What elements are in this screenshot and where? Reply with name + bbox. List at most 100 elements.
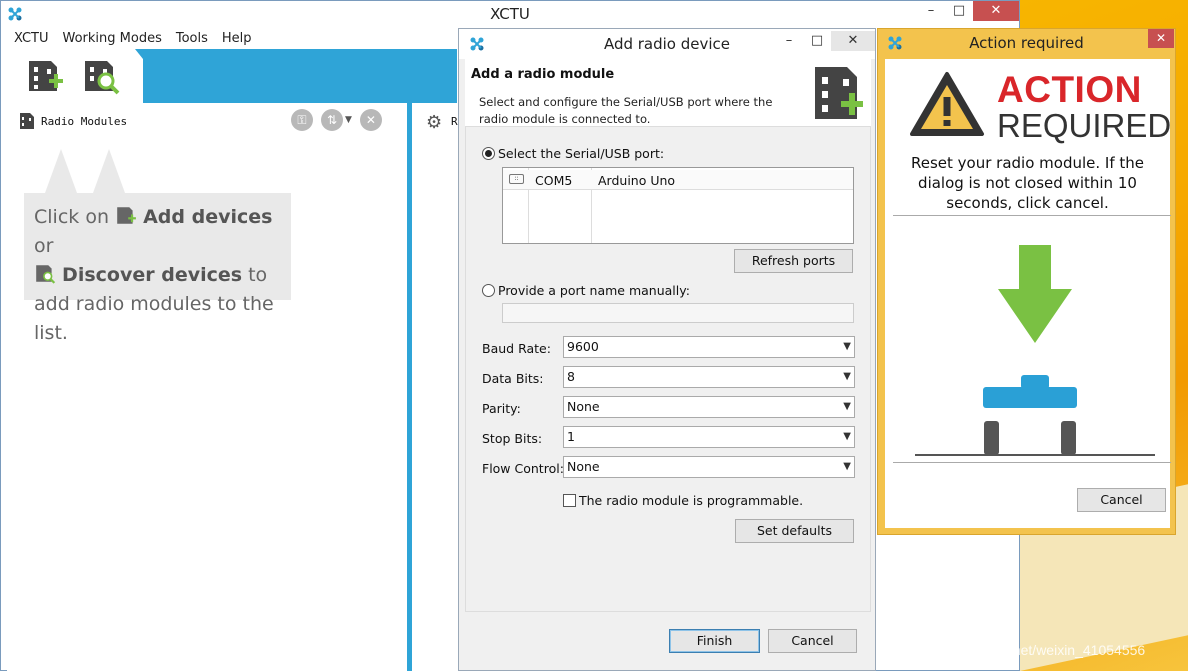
- serial-port-icon: ::: [509, 174, 524, 184]
- action-dialog-title: Action required: [969, 34, 1084, 52]
- action-heading-line2: REQUIRED: [997, 107, 1172, 144]
- chevron-down-icon: ▼: [843, 371, 851, 382]
- chevron-down-icon: ▼: [843, 341, 851, 352]
- add-radio-device-dialog: Add radio device – □ ✕ Add a radio modul…: [458, 28, 876, 671]
- gear-icon[interactable]: ⚙: [426, 112, 442, 133]
- main-titlebar: XCTU – □ ✕: [1, 1, 1019, 29]
- menu-help[interactable]: Help: [215, 29, 259, 49]
- add-dialog-controls: – □ ✕: [775, 31, 875, 51]
- add-dialog-footer: Finish Cancel: [465, 612, 871, 668]
- parity-select[interactable]: None ▼: [563, 396, 855, 418]
- refresh-ports-button[interactable]: Refresh ports: [734, 249, 853, 273]
- chevron-down-icon[interactable]: ▼: [345, 115, 352, 125]
- flow-control-value: None: [567, 459, 600, 474]
- stop-bits-label: Stop Bits:: [482, 431, 543, 446]
- separator: [893, 462, 1171, 463]
- remove-all-icon[interactable]: ✕: [359, 109, 382, 131]
- programmable-label: The radio module is programmable.: [579, 493, 804, 508]
- parity-value: None: [567, 399, 600, 414]
- menu-tools[interactable]: Tools: [169, 29, 215, 49]
- radio-modules-title: Radio Modules: [41, 114, 128, 128]
- main-window-controls: – □ ✕: [917, 1, 1019, 21]
- finish-button[interactable]: Finish: [669, 629, 760, 653]
- select-port-label: Select the Serial/USB port:: [498, 146, 665, 161]
- chevron-down-icon: ▼: [843, 461, 851, 472]
- programmable-option[interactable]: The radio module is programmable.: [563, 493, 803, 508]
- close-icon[interactable]: ✕: [831, 31, 875, 51]
- baud-rate-label: Baud Rate:: [482, 341, 551, 356]
- maximize-icon[interactable]: □: [803, 31, 831, 51]
- hint-pointer-add: [45, 149, 77, 193]
- baud-rate-value: 9600: [567, 339, 599, 354]
- port-row[interactable]: :: COM5 Arduino Uno: [503, 170, 853, 190]
- add-device-large-icon: [815, 67, 863, 119]
- port-name: COM5: [535, 173, 573, 188]
- hint-box: Click on Add devices or Discover devices…: [24, 193, 291, 344]
- add-dialog-header: Add a radio module Select and configure …: [465, 59, 871, 127]
- maximize-icon[interactable]: □: [945, 1, 973, 21]
- data-bits-select[interactable]: 8 ▼: [563, 366, 855, 388]
- cancel-button[interactable]: Cancel: [768, 629, 857, 653]
- action-message: Reset your radio module. If the dialog i…: [911, 154, 1144, 212]
- select-port-radio[interactable]: [482, 147, 495, 160]
- menu-xctu[interactable]: XCTU: [7, 29, 56, 49]
- add-dialog-titlebar: Add radio device – □ ✕: [459, 29, 875, 59]
- action-required-heading: ACTION REQUIRED: [997, 69, 1172, 144]
- add-dialog-body: Select the Serial/USB port: :: COM5 Ardu…: [465, 127, 871, 612]
- flow-control-select[interactable]: None ▼: [563, 456, 855, 478]
- radio-modules-tools: ⚿ ⇅ ▼ ✕: [291, 109, 382, 131]
- port-device: Arduino Uno: [598, 173, 676, 188]
- minimize-icon[interactable]: –: [917, 1, 945, 21]
- manual-port-option[interactable]: Provide a port name manually:: [482, 283, 690, 298]
- action-required-dialog: Action required ✕ ACTION REQUIRED Reset …: [877, 28, 1176, 535]
- configuration-panel-title: R: [451, 115, 458, 128]
- manual-port-label: Provide a port name manually:: [498, 283, 690, 298]
- programmable-checkbox[interactable]: [563, 494, 576, 507]
- hint-text-1: Click on: [34, 206, 109, 228]
- discover-devices-button[interactable]: [81, 55, 121, 95]
- add-dialog-heading: Add a radio module: [471, 67, 615, 82]
- close-icon[interactable]: ✕: [1148, 29, 1174, 48]
- radio-modules-header: Radio Modules: [19, 112, 127, 130]
- hint-add-devices: Add devices: [143, 206, 273, 228]
- stop-bits-value: 1: [567, 429, 575, 444]
- flow-control-label: Flow Control:: [482, 461, 564, 476]
- data-bits-value: 8: [567, 369, 575, 384]
- stop-bits-select[interactable]: 1 ▼: [563, 426, 855, 448]
- select-port-option[interactable]: Select the Serial/USB port:: [482, 146, 664, 161]
- data-bits-label: Data Bits:: [482, 371, 544, 386]
- reset-button-illustration: [915, 245, 1155, 456]
- port-list[interactable]: :: COM5 Arduino Uno: [502, 167, 854, 244]
- action-heading-line1: ACTION: [997, 69, 1142, 110]
- action-cancel-button[interactable]: Cancel: [1077, 488, 1166, 512]
- warning-icon: [910, 72, 984, 136]
- chevron-down-icon: ▼: [843, 401, 851, 412]
- add-device-icon: [29, 61, 63, 91]
- manual-port-input[interactable]: [502, 303, 854, 323]
- menu-working-modes[interactable]: Working Modes: [56, 29, 169, 49]
- watermark: https://blog.csdn.net/weixin_41054556: [907, 642, 1146, 658]
- close-icon[interactable]: ✕: [973, 1, 1019, 21]
- radio-modules-panel: Radio Modules ⚿ ⇅ ▼ ✕ Click on Add devic…: [7, 103, 407, 671]
- modules-filter-icon[interactable]: ⚿: [291, 109, 313, 131]
- discover-device-small-icon: [36, 265, 56, 284]
- main-toolbar: [7, 49, 457, 103]
- action-dialog-body: ACTION REQUIRED Reset your radio module.…: [885, 59, 1172, 528]
- parity-label: Parity:: [482, 401, 521, 416]
- manual-port-radio[interactable]: [482, 284, 495, 297]
- hint-text-2: or: [34, 235, 54, 257]
- hint-discover-devices: Discover devices: [62, 264, 243, 286]
- minimize-icon[interactable]: –: [775, 31, 803, 51]
- main-window-title: XCTU: [490, 5, 530, 23]
- menu-bar: XCTU Working Modes Tools Help: [1, 29, 457, 49]
- separator: [893, 215, 1171, 216]
- set-defaults-button[interactable]: Set defaults: [735, 519, 854, 543]
- add-dialog-description: Select and configure the Serial/USB port…: [479, 95, 773, 126]
- sort-icon[interactable]: ⇅: [321, 109, 343, 131]
- configuration-panel: ⚙ R: [412, 103, 462, 671]
- radio-module-icon: [20, 113, 34, 129]
- baud-rate-select[interactable]: 9600 ▼: [563, 336, 855, 358]
- discover-device-icon: [85, 61, 120, 95]
- add-devices-button[interactable]: [25, 55, 65, 95]
- hint-pointer-discover: [93, 149, 125, 193]
